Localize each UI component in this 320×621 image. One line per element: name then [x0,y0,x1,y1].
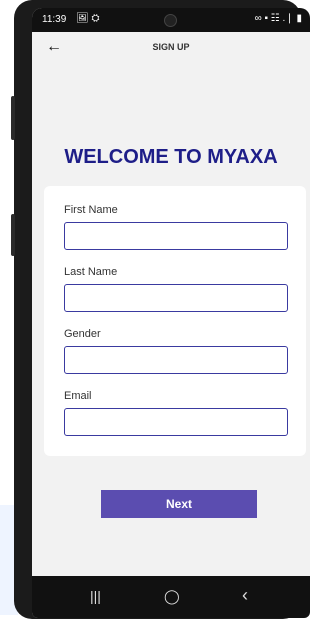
signup-form-card: First Name Last Name Gender Email [44,186,306,456]
system-navigation-bar: ||| ◯ ‹ [32,576,310,618]
last-name-label: Last Name [64,266,118,278]
system-back-icon[interactable]: ‹ [242,585,248,606]
power-button [11,214,15,256]
gender-input[interactable] [64,346,288,374]
next-button[interactable]: Next [101,490,257,518]
first-name-input[interactable] [64,222,288,250]
status-bar: 11:39 🖼 ⛭ ∞ ▪ ☷ .❘ ▮ [32,8,310,32]
last-name-input[interactable] [64,284,288,312]
page-title: SIGN UP [152,42,190,52]
volume-button [11,96,15,140]
email-input[interactable] [64,408,288,436]
home-icon[interactable]: ◯ [164,588,180,605]
gender-label: Gender [64,328,101,340]
status-time: 11:39 [42,14,67,25]
first-name-label: First Name [64,204,118,216]
notification-icons: 🖼 ⛭ [76,13,100,24]
app-bar: ← SIGN UP [32,32,310,64]
status-icons: ∞ ▪ ☷ .❘ ▮ [254,13,302,24]
welcome-heading: WELCOME TO MYAXA [64,146,278,168]
screen: 11:39 🖼 ⛭ ∞ ▪ ☷ .❘ ▮ ← SIGN UP WELCOME T… [32,8,310,618]
recent-apps-icon[interactable]: ||| [90,588,101,604]
email-label: Email [64,390,92,402]
front-camera-icon [164,14,177,27]
phone-frame: 11:39 🖼 ⛭ ∞ ▪ ☷ .❘ ▮ ← SIGN UP WELCOME T… [11,0,310,619]
